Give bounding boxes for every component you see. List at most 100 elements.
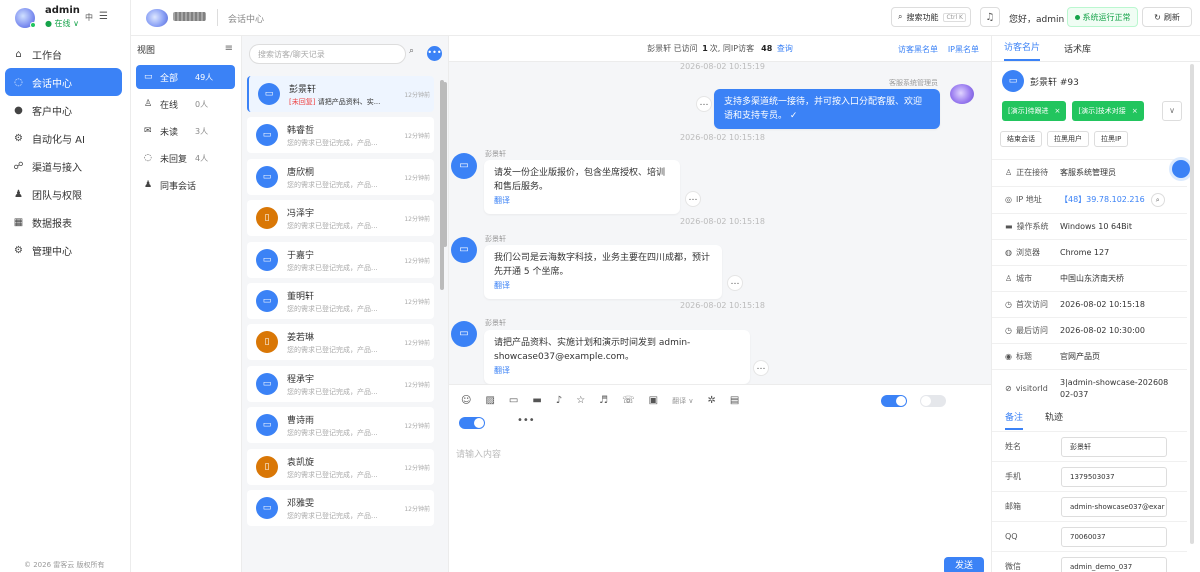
visitor-search-input[interactable]: 搜索访客/聊天记录 [249, 44, 406, 64]
search-icon[interactable]: ⌕ [1150, 192, 1165, 207]
send-button[interactable]: 发送 [944, 557, 984, 572]
id-icon: ⊘ [1005, 384, 1012, 393]
tab-track[interactable]: 轨迹 [1045, 410, 1063, 430]
query-link[interactable]: 查询 [777, 43, 793, 54]
visitor-tag[interactable]: [演示]待跟进 × [1002, 101, 1067, 121]
more-button[interactable]: … [685, 191, 701, 207]
magic-icon[interactable]: ✲ [707, 395, 715, 406]
emoji-icon[interactable]: ☺ [461, 395, 471, 406]
nav-item-automation[interactable]: ⚙ 自动化与 AI [5, 124, 122, 152]
composer: ☺ ▨ ▭ ▬ ♪ ☆ ♬ ☏ ▣ 翻译 ∨ ✲ ▤ ••• 请输入内容 发送 [449, 384, 991, 572]
chevron-down-icon[interactable]: ∨ [1162, 101, 1182, 121]
mobile-icon: ▯ [256, 331, 278, 354]
list-item[interactable]: ▭ 曹诗雨 您的需求已登记完成，产品... 12分钟前 [247, 407, 434, 444]
visitor-name: 曹诗雨 [287, 416, 315, 427]
close-icon[interactable]: × [1054, 107, 1060, 115]
toggle-switch[interactable] [920, 395, 946, 407]
greeting: 您好，admin [1009, 15, 1065, 25]
audio-icon[interactable]: ♬ [599, 395, 608, 406]
menu-icon[interactable]: ≡ [225, 43, 233, 54]
list-item[interactable]: ▯ 姜若琳 您的需求已登记完成，产品... 12分钟前 [247, 324, 434, 361]
view-item-colleague[interactable]: ♟ 同事会话 [136, 173, 235, 197]
nav-item-team[interactable]: ♟ 团队与权限 [5, 180, 122, 208]
info-value[interactable]: 【48】39.78.102.216 [1060, 194, 1145, 205]
chat-header: 彭景轩 已访问 1 次, 同IP访客 48 查询 访客黑名单 IP黑名单 [449, 36, 991, 62]
unreplied-tag: [未回复] [289, 98, 316, 106]
list-item[interactable]: ▭ 邓雅雯 您的需求已登记完成，产品... 12分钟前 [247, 489, 434, 526]
visitor-cards: ▭ 彭景轩 [未回复] 请把产品资料、实... 12分钟前 ▭ 韩睿哲 您的需求已登记完成… [247, 76, 434, 531]
email-field[interactable]: admin-showcase037@exar [1061, 496, 1167, 517]
quick-reply-icon[interactable]: ▤ [730, 395, 739, 406]
translate-link[interactable]: 翻译 [494, 194, 670, 208]
star-icon[interactable]: ☆ [576, 395, 585, 406]
microphone-icon[interactable]: ♪ [556, 395, 562, 406]
view-item-all[interactable]: ▭ 全部 49人 [136, 65, 235, 89]
refresh-button[interactable]: ↻ 刷新 [1142, 7, 1192, 27]
list-item[interactable]: ▭ 于嘉宁 您的需求已登记完成，产品... 12分钟前 [247, 241, 434, 278]
collapse-menu-icon[interactable]: ☰ [99, 11, 108, 22]
image-icon[interactable]: ▨ [485, 395, 494, 406]
block-ip-button[interactable]: 拉黑IP [1094, 131, 1129, 147]
list-item[interactable]: ▭ 韩睿哲 您的需求已登记完成，产品... 12分钟前 [247, 117, 434, 154]
view-item-unreplied[interactable]: ◌ 未回复 4人 [136, 146, 235, 170]
nav-item-admin[interactable]: ⚙ 管理中心 [5, 236, 122, 264]
tab-visitor-card[interactable]: 访客名片 [1004, 40, 1041, 61]
sub-tabs: 备注 轨迹 [1005, 410, 1063, 430]
end-session-button[interactable]: 结束会话 [1000, 131, 1042, 147]
ip-blacklist-link[interactable]: IP黑名单 [948, 44, 979, 55]
wechat-field[interactable]: admin_demo_037 [1061, 556, 1167, 572]
list-item[interactable]: ▭ 彭景轩 [未回复] 请把产品资料、实... 12分钟前 [247, 76, 434, 112]
message-preview: 您的需求已登记完成，产品... [287, 304, 378, 313]
bell-icon[interactable]: ♫ [980, 7, 1000, 27]
qq-field[interactable]: 70060037 [1061, 526, 1167, 547]
more-button[interactable]: … [753, 360, 769, 376]
visitor-tag[interactable]: [演示]技术对接 × [1072, 101, 1144, 121]
info-label-text: 正在接待 [1016, 168, 1049, 177]
name-field[interactable]: 彭景轩 [1061, 436, 1167, 457]
video-icon[interactable]: ▣ [649, 395, 658, 406]
toggle-switch[interactable] [459, 417, 485, 429]
user-block[interactable]: admin ● 在线 ∨ 中 ☰ [0, 0, 130, 36]
close-icon[interactable]: × [1132, 107, 1138, 115]
more-button[interactable]: … [727, 275, 743, 291]
block-user-button[interactable]: 拉黑用户 [1047, 131, 1089, 147]
toggle-switch[interactable] [881, 395, 907, 407]
view-count: 3人 [195, 126, 209, 136]
nav-item-customers[interactable]: ● 客户中心 [5, 96, 122, 124]
list-item[interactable]: ▯ 冯泽宇 您的需求已登记完成，产品... 12分钟前 [247, 200, 434, 237]
visitor-blacklist-link[interactable]: 访客黑名单 [898, 44, 938, 55]
more-actions-button[interactable]: ••• [427, 46, 442, 61]
translate-select[interactable]: 翻译 ∨ [672, 396, 693, 406]
more-icon[interactable]: ••• [517, 415, 535, 426]
folder-icon[interactable]: ▭ [509, 395, 518, 406]
assistant-float-icon[interactable] [1172, 160, 1190, 178]
info-label-text: IP 地址 [1015, 195, 1042, 204]
translate-link[interactable]: 翻译 [494, 364, 740, 378]
nav-item-reports[interactable]: ▦ 数据报表 [5, 208, 122, 236]
scrollbar[interactable] [443, 82, 447, 247]
list-item[interactable]: ▭ 董明轩 您的需求已登记完成，产品... 12分钟前 [247, 282, 434, 319]
view-item-unread[interactable]: ✉ 未读 3人 [136, 119, 235, 143]
more-button[interactable]: … [696, 96, 712, 112]
list-item[interactable]: ▭ 唐欣桐 您的需求已登记完成，产品... 12分钟前 [247, 158, 434, 195]
user-status[interactable]: ● 在线 ∨ [45, 18, 79, 29]
truck-icon[interactable]: ▬ [532, 395, 541, 406]
view-item-online[interactable]: ♙ 在线 0人 [136, 92, 235, 116]
view-count: 4人 [195, 153, 209, 163]
message-time: 12分钟前 [404, 423, 430, 431]
nav-item-session-center[interactable]: ◌ 会话中心 [5, 68, 122, 96]
tab-notes[interactable]: 备注 [1005, 410, 1024, 430]
language-switch[interactable]: 中 [85, 12, 93, 23]
translate-link[interactable]: 翻译 [494, 279, 712, 293]
function-search-button[interactable]: ⌕ 搜索功能 Ctrl K [891, 7, 971, 27]
message-input[interactable]: 请输入内容 [456, 447, 501, 460]
list-item[interactable]: ▯ 袁凯旋 您的需求已登记完成，产品... 12分钟前 [247, 448, 434, 485]
search-icon[interactable]: ⌕ [409, 46, 414, 56]
phone-field[interactable]: 1379503037 [1061, 466, 1167, 487]
phone-icon[interactable]: ☏ [622, 395, 635, 406]
nav-item-workbench[interactable]: ⌂ 工作台 [5, 40, 122, 68]
tab-script-library[interactable]: 话术库 [1064, 42, 1091, 61]
scrollbar[interactable] [1190, 64, 1194, 544]
list-item[interactable]: ▭ 程承宇 您的需求已登记完成，产品... 12分钟前 [247, 365, 434, 402]
nav-item-channels[interactable]: ☍ 渠道与接入 [5, 152, 122, 180]
